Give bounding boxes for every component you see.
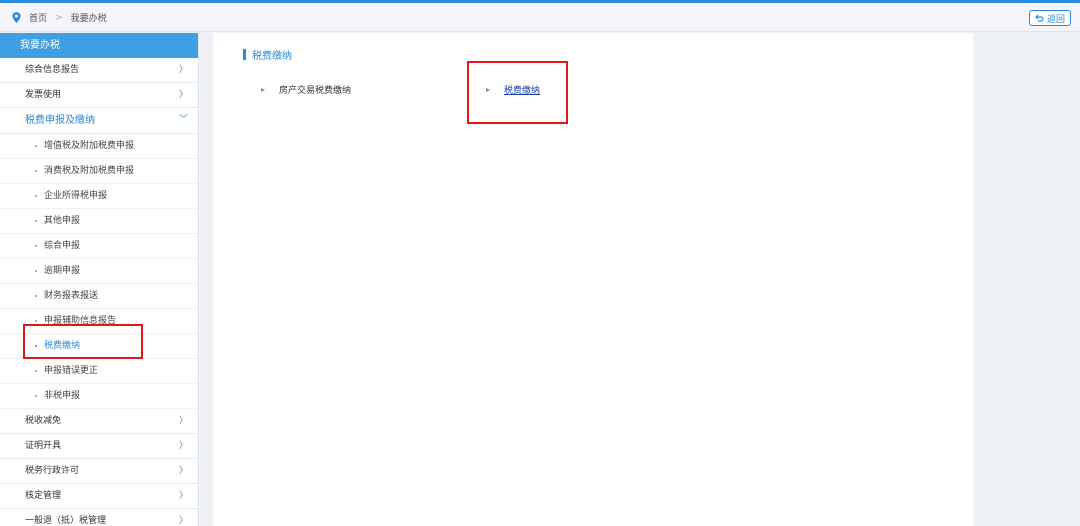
chevron-right-icon: 〉 — [178, 441, 188, 451]
breadcrumb: 首页 > 我要办税 — [12, 11, 107, 24]
sidebar-item-label: 税务行政许可 — [25, 466, 80, 476]
sidebar-subitem[interactable]: 消费税及附加税费申报 — [0, 159, 198, 184]
sidebar-item[interactable]: 税务行政许可 〉 — [0, 459, 198, 484]
chevron-down-icon: ﹀ — [178, 115, 188, 125]
chevron-right-icon: 〉 — [178, 416, 188, 426]
sidebar-subitem-label: 财务报表报送 — [44, 291, 99, 301]
sidebar-subitem[interactable]: 财务报表报送 — [0, 284, 198, 309]
back-button-label: 返回 — [1046, 14, 1065, 25]
sidebar-item-tax-declaration[interactable]: 税费申报及缴纳 ﹀ — [0, 108, 198, 134]
panel-title: 税费缴纳 — [243, 47, 292, 62]
sidebar-item[interactable]: 综合信息报告 〉 — [0, 58, 198, 83]
bullet-dot-icon — [35, 220, 37, 222]
sidebar-subitem[interactable]: 非税申报 — [0, 384, 198, 409]
bullet-dot-icon — [35, 395, 37, 397]
bullet-dot-icon — [35, 195, 37, 197]
bullet-dot-icon — [35, 295, 37, 297]
breadcrumb-current: 我要办税 — [70, 14, 107, 24]
sidebar-item[interactable]: 证明开具 〉 — [0, 434, 198, 459]
sidebar-subitem[interactable]: 逾期申报 — [0, 259, 198, 284]
sidebar: 我要办税 综合信息报告〉发票使用〉 税费申报及缴纳 ﹀ 增值税及附加税费申报 消费… — [0, 33, 199, 526]
back-button[interactable]: 返回 — [1028, 10, 1071, 26]
sidebar-subitem-label: 增值税及附加税费申报 — [44, 141, 135, 151]
sidebar-item-label: 发票使用 — [25, 90, 62, 100]
sidebar-subitem-label: 消费税及附加税费申报 — [44, 166, 135, 176]
chevron-right-icon: 〉 — [178, 466, 188, 476]
title-accent-bar — [243, 49, 246, 60]
sidebar-item-label: 税费申报及缴纳 — [25, 115, 95, 126]
sidebar-item[interactable]: 税收减免 〉 — [0, 409, 198, 434]
link-label: 房产交易税费缴纳 — [279, 86, 352, 96]
sidebar-subitem[interactable]: 其他申报 — [0, 209, 198, 234]
sidebar-item[interactable]: 发票使用 〉 — [0, 83, 198, 108]
location-pin-icon — [12, 12, 21, 23]
panel-title-text: 税费缴纳 — [252, 51, 292, 62]
sidebar-item[interactable]: 一般退（抵）税管理 〉 — [0, 509, 198, 526]
breadcrumb-separator: > — [55, 12, 63, 23]
bullet-dot-icon — [35, 170, 37, 172]
breadcrumb-bar: 首页 > 我要办税 返回 — [0, 3, 1080, 32]
breadcrumb-home[interactable]: 首页 — [29, 11, 47, 24]
sidebar-item[interactable]: 核定管理 〉 — [0, 484, 198, 509]
sidebar-subitem-label: 逾期申报 — [44, 266, 81, 276]
sidebar-subitem[interactable]: 企业所得税申报 — [0, 184, 198, 209]
sidebar-item-label: 税收减免 — [25, 416, 62, 426]
bullet-dot-icon — [35, 320, 37, 322]
sidebar-subitem[interactable]: 申报错误更正 — [0, 359, 198, 384]
content-panel: 税费缴纳 房产交易税费缴纳 税费缴纳 — [213, 33, 973, 526]
highlight-box-link — [467, 61, 568, 124]
sidebar-subitem[interactable]: 增值税及附加税费申报 — [0, 134, 198, 159]
bullet-dot-icon — [35, 370, 37, 372]
bullet-dot-icon — [35, 145, 37, 147]
chevron-right-icon: 〉 — [178, 65, 188, 75]
sidebar-subitem[interactable]: 综合申报 — [0, 234, 198, 259]
sidebar-subitem-label: 企业所得税申报 — [44, 191, 108, 201]
link-property-tax-payment[interactable]: 房产交易税费缴纳 — [261, 83, 351, 96]
chevron-right-icon: 〉 — [178, 90, 188, 100]
sidebar-header: 我要办税 — [0, 33, 198, 58]
sidebar-subitem-label: 其他申报 — [44, 216, 81, 226]
bullet-dot-icon — [35, 270, 37, 272]
sidebar-item-label: 证明开具 — [25, 441, 62, 451]
sidebar-item-label: 综合信息报告 — [25, 65, 80, 75]
bullet-dot-icon — [35, 245, 37, 247]
chevron-right-icon: 〉 — [178, 491, 188, 501]
highlight-box-sidebar — [23, 324, 143, 359]
sidebar-subitem-label: 非税申报 — [44, 391, 81, 401]
sidebar-subitem-label: 综合申报 — [44, 241, 81, 251]
bullet-arrow-icon — [261, 87, 265, 92]
sidebar-item-label: 核定管理 — [25, 491, 62, 501]
return-arrow-icon — [1035, 14, 1044, 22]
chevron-right-icon: 〉 — [178, 516, 188, 526]
sidebar-item-label: 一般退（抵）税管理 — [25, 516, 107, 526]
sidebar-subitem-label: 申报错误更正 — [44, 366, 99, 376]
